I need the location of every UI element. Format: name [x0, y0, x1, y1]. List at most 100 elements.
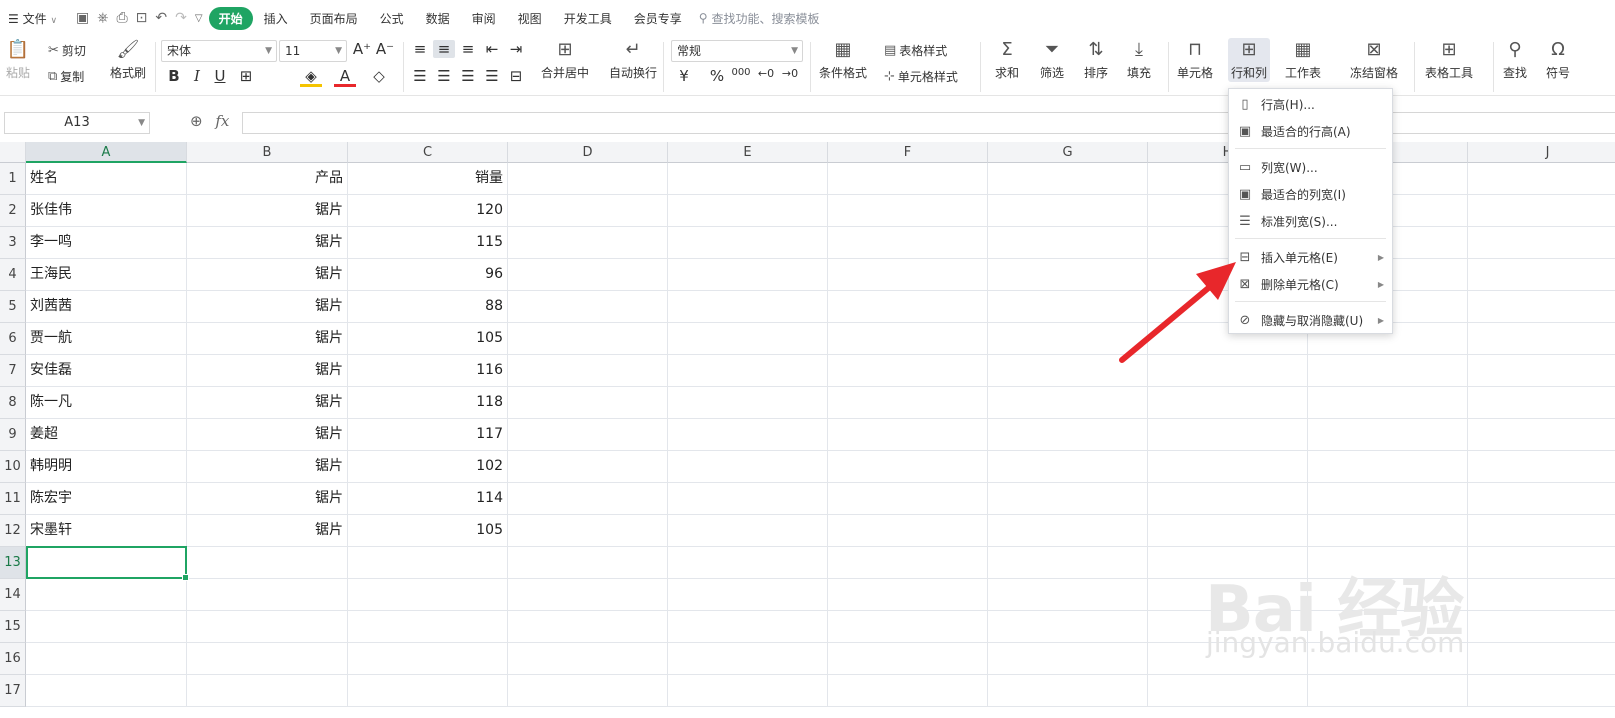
- row-header[interactable]: 7: [0, 355, 26, 387]
- table-cell[interactable]: [508, 323, 668, 355]
- table-cell[interactable]: [508, 195, 668, 227]
- table-cell[interactable]: [1468, 163, 1615, 195]
- row-header[interactable]: 14: [0, 579, 26, 611]
- active-cell-selection[interactable]: [26, 546, 189, 581]
- cell-button[interactable]: ⊓ 单元格: [1177, 38, 1213, 82]
- table-tools-button[interactable]: ⊞ 表格工具: [1425, 38, 1473, 82]
- table-cell[interactable]: [668, 483, 828, 515]
- table-cell[interactable]: [26, 579, 187, 611]
- table-cell[interactable]: 锯片: [187, 355, 348, 387]
- table-cell[interactable]: 115: [348, 227, 508, 259]
- table-cell[interactable]: [348, 547, 508, 579]
- row-header[interactable]: 2: [0, 195, 26, 227]
- table-cell[interactable]: [828, 259, 988, 291]
- column-header[interactable]: J: [1468, 142, 1615, 163]
- column-header[interactable]: G: [988, 142, 1148, 163]
- fill-color-icon[interactable]: ◈: [300, 67, 322, 87]
- column-header[interactable]: E: [668, 142, 828, 163]
- print-icon[interactable]: ⎙: [116, 10, 127, 26]
- column-header[interactable]: F: [828, 142, 988, 163]
- table-cell[interactable]: [828, 579, 988, 611]
- worksheet-button[interactable]: ▦ 工作表: [1285, 38, 1321, 82]
- menu-delete-cells[interactable]: ⊠ 删除单元格(C) ▶: [1229, 272, 1392, 296]
- table-cell[interactable]: 96: [348, 259, 508, 291]
- table-cell[interactable]: [828, 355, 988, 387]
- table-cell[interactable]: 117: [348, 419, 508, 451]
- increase-decimal-icon[interactable]: ←0: [755, 67, 777, 80]
- table-cell[interactable]: [1468, 419, 1615, 451]
- menu-autofit-column-width[interactable]: ▣ 最适合的列宽(I): [1229, 182, 1392, 206]
- table-cell[interactable]: [508, 291, 668, 323]
- table-cell[interactable]: [348, 643, 508, 675]
- customize-icon[interactable]: ▽: [195, 13, 203, 24]
- row-header[interactable]: 3: [0, 227, 26, 259]
- table-cell[interactable]: [1468, 195, 1615, 227]
- save-icon[interactable]: ▣: [76, 10, 89, 26]
- table-cell[interactable]: [187, 547, 348, 579]
- table-cell[interactable]: [828, 483, 988, 515]
- table-cell[interactable]: [668, 419, 828, 451]
- table-cell[interactable]: [988, 387, 1148, 419]
- table-cell[interactable]: [988, 259, 1148, 291]
- table-cell[interactable]: 锯片: [187, 515, 348, 547]
- align-right-icon[interactable]: ☰: [457, 67, 479, 85]
- table-cell[interactable]: [1308, 675, 1468, 707]
- border-icon[interactable]: ⊞: [235, 67, 257, 85]
- row-header[interactable]: 15: [0, 611, 26, 643]
- table-cell[interactable]: [988, 323, 1148, 355]
- table-cell[interactable]: [668, 387, 828, 419]
- table-cell[interactable]: [508, 547, 668, 579]
- fill-button[interactable]: ⤓ 填充: [1127, 38, 1151, 82]
- table-cell[interactable]: 锯片: [187, 451, 348, 483]
- wrap-text-button[interactable]: ↵ 自动换行: [609, 38, 657, 82]
- menu-standard-width[interactable]: ☰ 标准列宽(S)...: [1229, 209, 1392, 233]
- filter-button[interactable]: ⏷ 筛选: [1040, 38, 1064, 82]
- table-cell[interactable]: [668, 355, 828, 387]
- table-cell[interactable]: 姜超: [26, 419, 187, 451]
- table-cell[interactable]: [828, 675, 988, 707]
- cut-button[interactable]: ✂ 剪切: [48, 42, 86, 59]
- align-bottom-icon[interactable]: ≡: [457, 40, 479, 58]
- table-cell[interactable]: 88: [348, 291, 508, 323]
- table-cell[interactable]: [668, 675, 828, 707]
- table-cell[interactable]: [348, 611, 508, 643]
- function-search[interactable]: ⚲ 查找功能、搜索模板: [699, 10, 820, 27]
- row-col-button[interactable]: ⊞ 行和列: [1228, 38, 1271, 82]
- table-cell[interactable]: [668, 579, 828, 611]
- table-cell[interactable]: 王海民: [26, 259, 187, 291]
- find-button[interactable]: ⚲ 查找: [1503, 38, 1527, 82]
- table-cell[interactable]: 105: [348, 515, 508, 547]
- name-box[interactable]: A13 ▼: [4, 112, 150, 134]
- table-cell[interactable]: 锯片: [187, 259, 348, 291]
- table-cell[interactable]: [348, 579, 508, 611]
- table-cell[interactable]: [828, 419, 988, 451]
- table-cell[interactable]: [1148, 451, 1308, 483]
- cloud-icon[interactable]: ⎈: [97, 10, 108, 26]
- table-cell[interactable]: [1468, 387, 1615, 419]
- table-cell[interactable]: [828, 611, 988, 643]
- row-header[interactable]: 10: [0, 451, 26, 483]
- align-top-icon[interactable]: ≡: [409, 40, 431, 58]
- cell-style-button[interactable]: ⊹ 单元格样式: [884, 68, 958, 85]
- table-cell[interactable]: [1148, 675, 1308, 707]
- tab-developer[interactable]: 开发工具: [553, 10, 623, 27]
- fx-icon[interactable]: fx: [215, 112, 229, 130]
- table-cell[interactable]: [26, 675, 187, 707]
- redo-icon[interactable]: ↷: [175, 10, 187, 26]
- sort-button[interactable]: ⇅ 排序: [1084, 38, 1108, 82]
- table-cell[interactable]: 韩明明: [26, 451, 187, 483]
- table-cell[interactable]: [668, 611, 828, 643]
- column-header[interactable]: B: [187, 142, 348, 163]
- table-cell[interactable]: [1308, 355, 1468, 387]
- menu-column-width[interactable]: ▭ 列宽(W)...: [1229, 155, 1392, 179]
- table-cell[interactable]: [988, 643, 1148, 675]
- table-cell[interactable]: [187, 579, 348, 611]
- format-painter-button[interactable]: 🖌 格式刷: [110, 38, 146, 82]
- tab-formulas[interactable]: 公式: [369, 10, 415, 27]
- table-cell[interactable]: [988, 611, 1148, 643]
- table-cell[interactable]: [828, 195, 988, 227]
- table-cell[interactable]: [988, 547, 1148, 579]
- table-cell[interactable]: [828, 387, 988, 419]
- table-cell[interactable]: [1148, 387, 1308, 419]
- clear-format-icon[interactable]: ◇: [368, 67, 390, 85]
